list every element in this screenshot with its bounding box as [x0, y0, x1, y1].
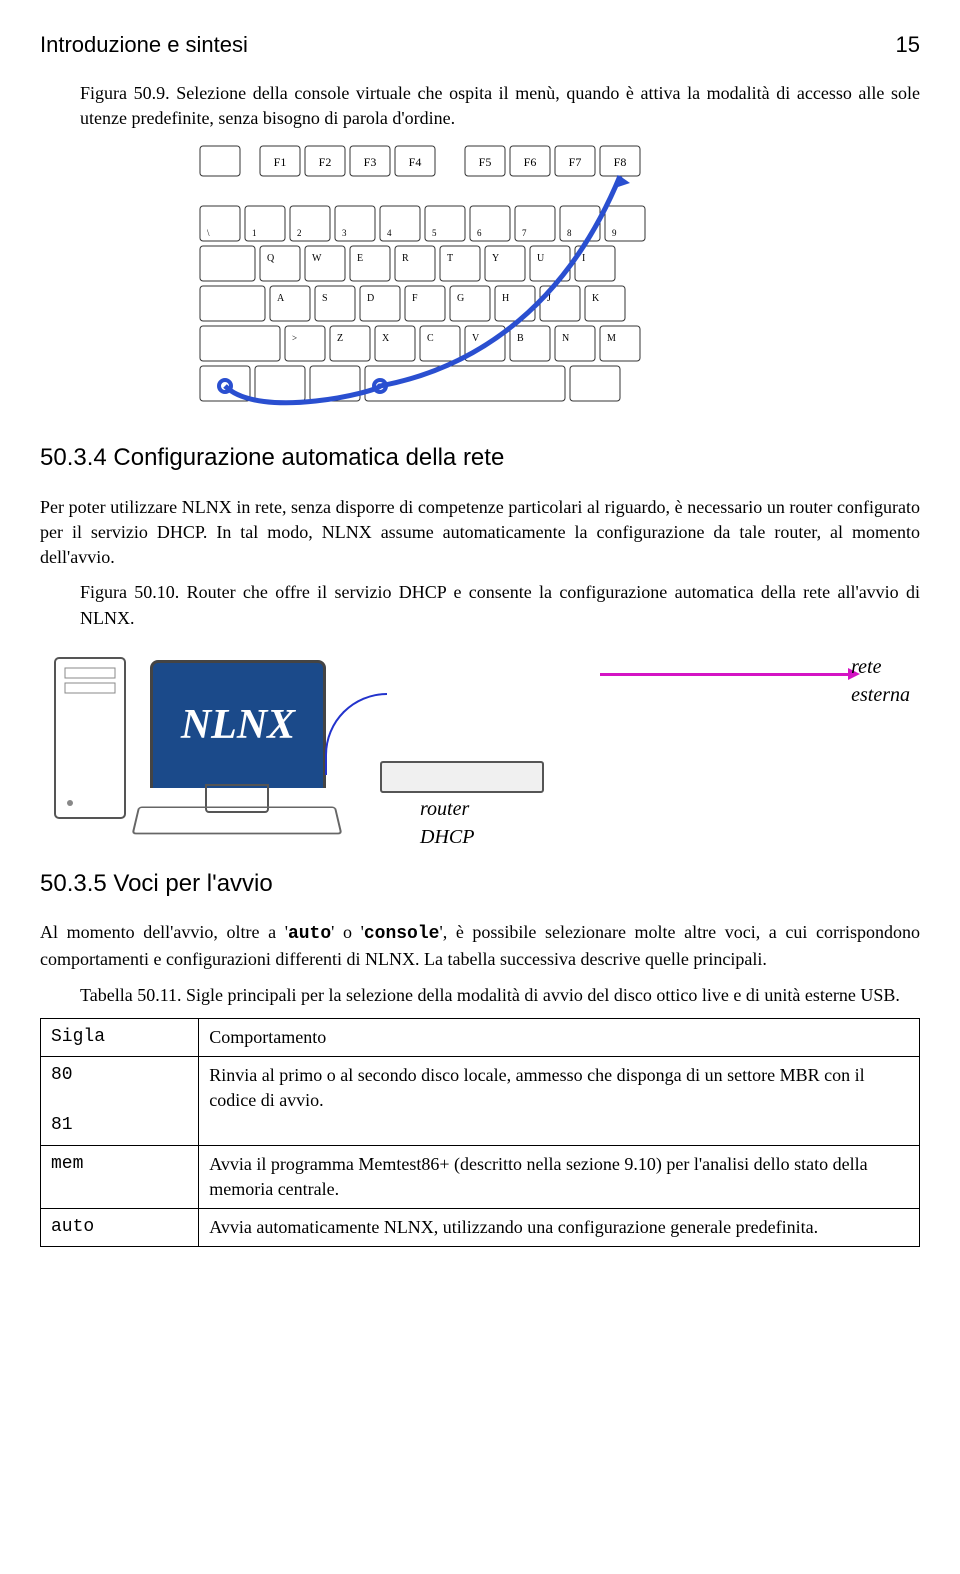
svg-text:F7: F7	[569, 155, 582, 169]
figure-caption-2: Figura 50.10. Router che offre il serviz…	[80, 580, 920, 630]
th-sigla: Sigla	[41, 1018, 199, 1056]
table-header-row: Sigla Comportamento	[41, 1018, 920, 1056]
svg-text:W: W	[312, 253, 322, 264]
external-arrow	[600, 673, 850, 676]
svg-text:6: 6	[477, 228, 482, 238]
svg-text:N: N	[562, 333, 569, 344]
svg-text:D: D	[367, 293, 374, 304]
sigla-80: 80	[51, 1063, 188, 1088]
svg-text:E: E	[357, 253, 363, 264]
p2-text-a: Al momento dell'avvio, oltre a '	[40, 922, 288, 942]
cell-desc-3: Avvia automaticamente NLNX, utilizzando …	[199, 1208, 920, 1246]
svg-text:H: H	[502, 293, 509, 304]
svg-text:1: 1	[252, 228, 257, 238]
svg-text:V: V	[472, 333, 480, 344]
svg-text:>: >	[292, 333, 297, 343]
cell-sigla-mem: mem	[41, 1145, 199, 1208]
svg-text:T: T	[447, 253, 453, 264]
table-row: 80 81 Rinvia al primo o al secondo disco…	[41, 1057, 920, 1146]
cell-sigla-80-81: 80 81	[41, 1057, 199, 1146]
cell-sigla-auto: auto	[41, 1208, 199, 1246]
sigla-81: 81	[51, 1113, 188, 1138]
figure-caption-1: Figura 50.9. Selezione della console vir…	[80, 81, 920, 131]
svg-text:R: R	[402, 253, 409, 264]
svg-text:3: 3	[342, 228, 347, 238]
svg-text:2: 2	[297, 228, 302, 238]
th-comportamento: Comportamento	[199, 1018, 920, 1056]
svg-text:F: F	[412, 293, 418, 304]
svg-text:X: X	[382, 333, 390, 344]
svg-text:S: S	[322, 293, 328, 304]
screen-label: NLNX	[181, 696, 295, 755]
svg-text:8: 8	[567, 228, 572, 238]
svg-text:Q: Q	[267, 253, 275, 264]
cell-desc-2: Avvia il programma Memtest86+ (descritto…	[199, 1145, 920, 1208]
section-heading-1: 50.3.4 Configurazione automatica della r…	[40, 441, 920, 475]
svg-text:K: K	[592, 293, 600, 304]
svg-text:B: B	[517, 333, 524, 344]
svg-text:C: C	[427, 333, 434, 344]
section-1-paragraph: Per poter utilizzare NLNX in rete, senza…	[40, 495, 920, 571]
page-number: 15	[896, 30, 920, 61]
svg-text:A: A	[277, 293, 285, 304]
p2-text-b: ' o '	[331, 922, 364, 942]
svg-text:G: G	[457, 293, 464, 304]
svg-text:Z: Z	[337, 333, 343, 344]
external-network-label: rete esterna	[851, 653, 910, 709]
svg-text:5: 5	[432, 228, 437, 238]
svg-text:Y: Y	[492, 253, 499, 264]
router-icon	[380, 761, 544, 793]
router-label: router DHCP	[420, 795, 474, 851]
svg-text:M: M	[607, 333, 616, 344]
monitor-screen: NLNX	[150, 660, 326, 788]
svg-text:F2: F2	[319, 155, 332, 169]
svg-text:U: U	[537, 253, 545, 264]
section-2-paragraph: Al momento dell'avvio, oltre a 'auto' o …	[40, 920, 920, 972]
svg-text:F8: F8	[614, 155, 627, 169]
pc-tower-icon	[50, 653, 140, 823]
code-console: console	[364, 924, 440, 944]
svg-text:4: 4	[387, 228, 392, 238]
table-caption: Tabella 50.11. Sigle principali per la s…	[80, 983, 920, 1008]
code-auto: auto	[288, 924, 331, 944]
svg-text:7: 7	[522, 228, 527, 238]
boot-options-table: Sigla Comportamento 80 81 Rinvia al prim…	[40, 1018, 920, 1247]
keyboard-icon	[132, 806, 343, 834]
network-diagram: NLNX router DHCP rete esterna	[50, 643, 910, 843]
svg-text:F6: F6	[524, 155, 537, 169]
svg-text:F5: F5	[479, 155, 492, 169]
table-row: mem Avvia il programma Memtest86+ (descr…	[41, 1145, 920, 1208]
page-header: Introduzione e sintesi 15	[40, 30, 920, 61]
cell-desc-1: Rinvia al primo o al secondo disco local…	[199, 1057, 920, 1146]
svg-text:F1: F1	[274, 155, 287, 169]
table-caption-text: Tabella 50.11. Sigle principali per la s…	[80, 985, 900, 1005]
keyboard-diagram: F1 F2 F3 F4 F5 F6 F7 F8 \ 1 2 3 4 5 6 7 …	[180, 141, 780, 421]
table-row: auto Avvia automaticamente NLNX, utilizz…	[41, 1208, 920, 1246]
svg-text:F4: F4	[409, 155, 422, 169]
svg-text:I: I	[582, 253, 585, 264]
header-left: Introduzione e sintesi	[40, 30, 248, 61]
section-heading-2: 50.3.5 Voci per l'avvio	[40, 867, 920, 901]
svg-text:F3: F3	[364, 155, 377, 169]
lan-cable	[325, 693, 387, 775]
svg-text:9: 9	[612, 228, 617, 238]
